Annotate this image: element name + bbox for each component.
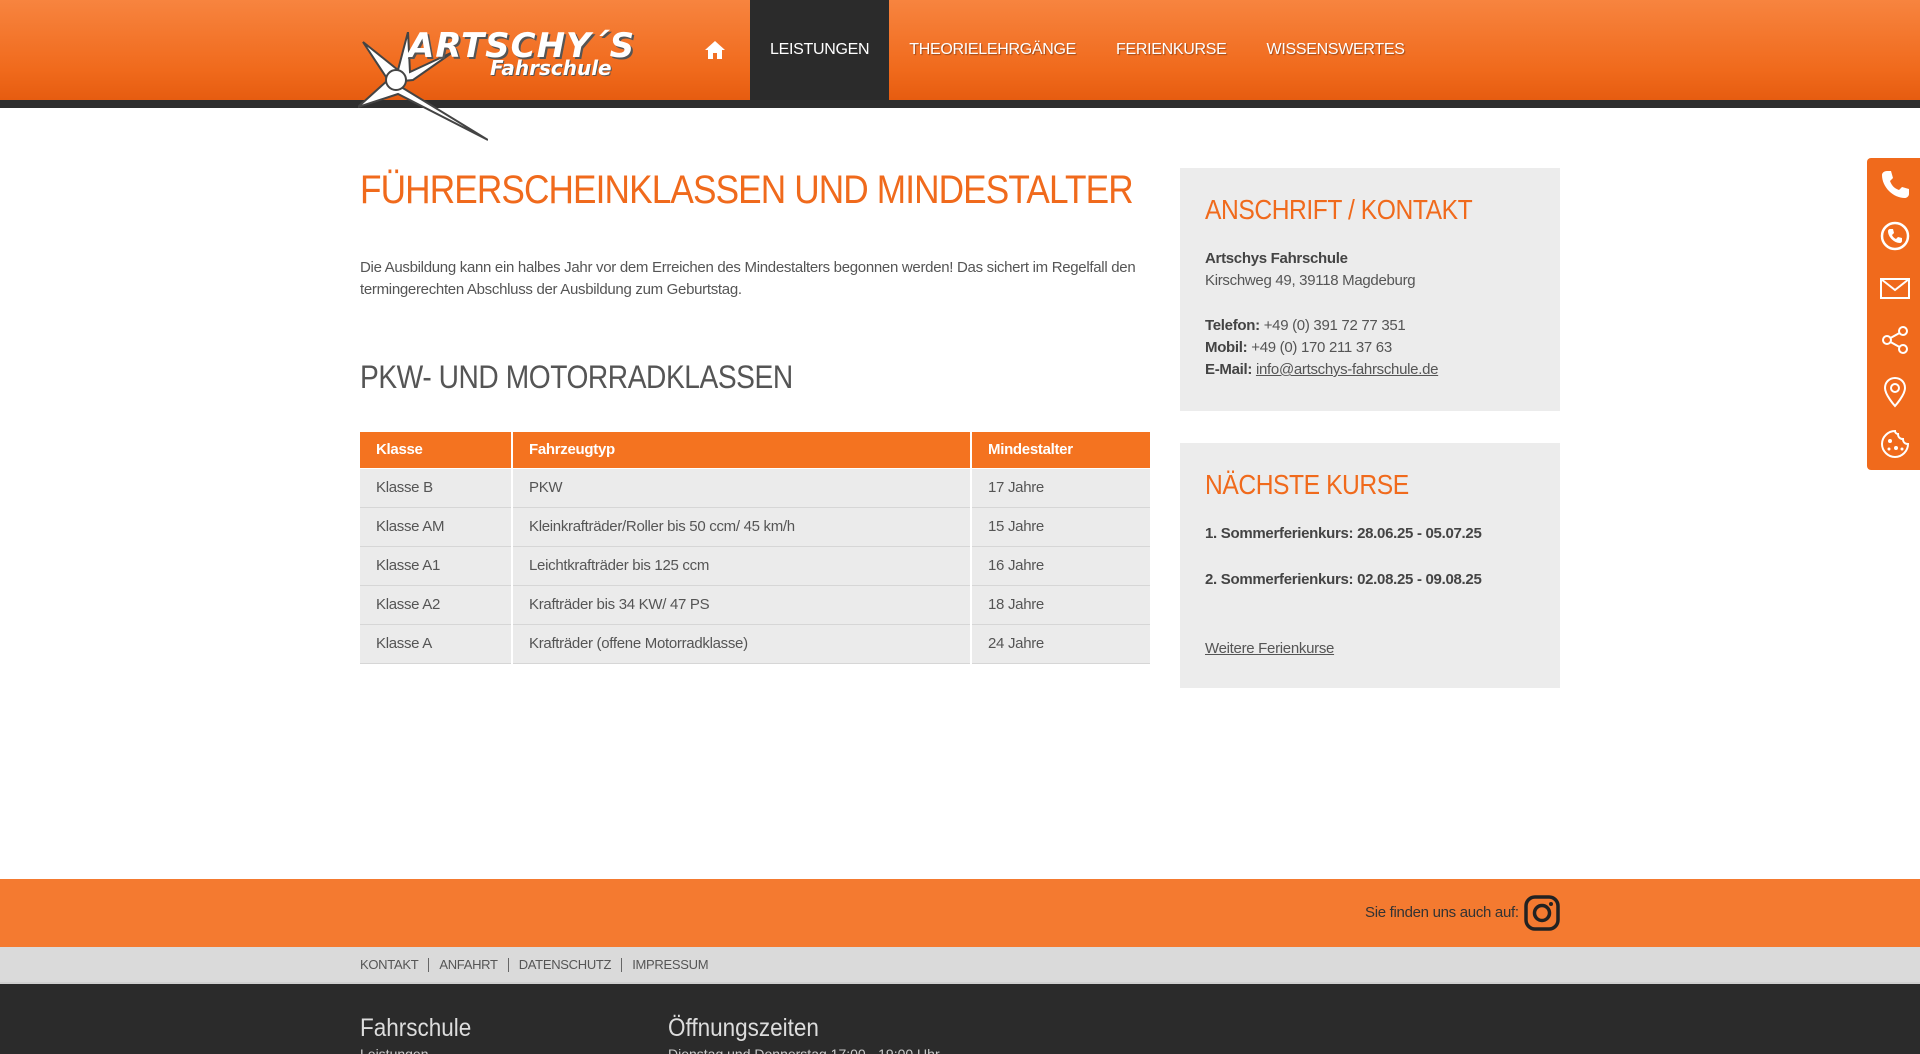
- contact-box: ANSCHRIFT / KONTAKT Artschys Fahrschule …: [1180, 168, 1560, 411]
- nav-theorielehrgaenge[interactable]: THEORIELEHRGÄNGE: [889, 0, 1096, 100]
- courses-title: NÄCHSTE KURSE: [1205, 469, 1409, 500]
- share-icon[interactable]: [1879, 324, 1911, 356]
- social-text: Sie finden uns auch auf:: [1365, 904, 1519, 921]
- table-cell: 24 Jahre: [971, 623, 1150, 664]
- footer-link-impressum[interactable]: IMPRESSUM: [621, 958, 718, 972]
- footer-social-bar: [0, 879, 1920, 947]
- table-cell: Krafträder (offene Motorradklasse): [512, 623, 972, 664]
- table-cell: 17 Jahre: [971, 467, 1150, 508]
- table-header-fahrzeugtyp: Fahrzeugtyp: [512, 432, 972, 468]
- page-title: FÜHRERSCHEINKLASSEN UND MINDESTALTER: [360, 168, 1134, 212]
- side-contact-bar: [1867, 158, 1920, 470]
- license-classes-table: Klasse Fahrzeugtyp Mindestalter Klasse B…: [360, 432, 1150, 664]
- phone-number[interactable]: +49 (0) 391 72 77 351: [1264, 317, 1406, 334]
- nav-home[interactable]: [680, 0, 750, 100]
- contact-name: Artschys Fahrschule: [1205, 250, 1348, 267]
- location-icon[interactable]: [1879, 376, 1911, 408]
- table-row: Klasse A Krafträder (offene Motorradklas…: [360, 623, 1150, 664]
- more-courses-link[interactable]: Weitere Ferienkurse: [1205, 640, 1334, 657]
- table-cell: Klasse A1: [360, 545, 513, 586]
- mobile-label: Mobil:: [1205, 339, 1248, 356]
- section-title: PKW- UND MOTORRADKLASSEN: [360, 359, 793, 395]
- footer-link-kontakt[interactable]: KONTAKT: [360, 958, 428, 972]
- table-cell: Krafträder bis 34 KW/ 47 PS: [512, 584, 972, 625]
- table-header-row: Klasse Fahrzeugtyp Mindestalter: [360, 432, 1150, 468]
- header-shadow-bar: [0, 100, 1920, 108]
- table-row: Klasse AM Kleinkrafträder/Roller bis 50 …: [360, 506, 1150, 547]
- course-item: 2. Sommerferienkurs: 02.08.25 - 09.08.25: [1205, 571, 1482, 588]
- main-navigation: LEISTUNGEN THEORIELEHRGÄNGE FERIENKURSE …: [680, 0, 1425, 100]
- site-logo[interactable]: ARTSCHY´S Fahrschule: [358, 22, 668, 141]
- table-cell: Klasse A2: [360, 584, 513, 625]
- email-link[interactable]: info@artschys-fahrschule.de: [1256, 361, 1439, 378]
- table-cell: Klasse B: [360, 467, 513, 508]
- footer-dark-section: Fahrschule Leistungen Öffnungszeiten Die…: [0, 984, 1920, 1054]
- table-header-klasse: Klasse: [360, 432, 513, 468]
- cookie-icon[interactable]: [1879, 428, 1911, 460]
- table-cell: 15 Jahre: [971, 506, 1150, 547]
- footer-col-fahrschule-link[interactable]: Leistungen: [360, 1046, 429, 1054]
- contact-address: Kirschweg 49, 39118 Magdeburg: [1205, 272, 1416, 289]
- table-cell: Klasse AM: [360, 506, 513, 547]
- nav-ferienkurse[interactable]: FERIENKURSE: [1096, 0, 1247, 100]
- instagram-icon[interactable]: [1524, 895, 1560, 931]
- footer-links-bar: [0, 947, 1920, 984]
- whatsapp-icon[interactable]: [1879, 220, 1911, 252]
- table-cell: 16 Jahre: [971, 545, 1150, 586]
- logo-text-sub: Fahrschule: [490, 56, 612, 80]
- table-cell: Klasse A: [360, 623, 513, 664]
- course-item: 1. Sommerferienkurs: 28.06.25 - 05.07.25: [1205, 525, 1482, 542]
- footer-col-oeffnungszeiten-text: Dienstag und Donnerstag 17:00 - 19:00 Uh…: [668, 1046, 940, 1054]
- nav-wissenswertes[interactable]: WISSENSWERTES: [1247, 0, 1425, 100]
- footer-link-anfahrt[interactable]: ANFAHRT: [428, 958, 507, 972]
- table-header-mindestalter: Mindestalter: [971, 432, 1150, 468]
- table-cell: 18 Jahre: [971, 584, 1150, 625]
- table-row: Klasse B PKW 17 Jahre: [360, 467, 1150, 508]
- intro-text: Die Ausbildung kann ein halbes Jahr vor …: [360, 259, 1136, 298]
- footer-col-oeffnungszeiten-title: Öffnungszeiten: [668, 1014, 819, 1042]
- courses-box: NÄCHSTE KURSE 1. Sommerferienkurs: 28.06…: [1180, 443, 1560, 688]
- main-content: FÜHRERSCHEINKLASSEN UND MINDESTALTER Die…: [360, 168, 1150, 664]
- table-row: Klasse A1 Leichtkrafträder bis 125 ccm 1…: [360, 545, 1150, 586]
- phone-label: Telefon:: [1205, 317, 1260, 334]
- nav-leistungen[interactable]: LEISTUNGEN: [750, 0, 890, 100]
- home-icon: [705, 41, 725, 59]
- table-cell: Leichtkrafträder bis 125 ccm: [512, 545, 972, 586]
- table-cell: Kleinkrafträder/Roller bis 50 ccm/ 45 km…: [512, 506, 972, 547]
- footer-col-fahrschule-title: Fahrschule: [360, 1014, 472, 1042]
- footer-link-datenschutz[interactable]: DATENSCHUTZ: [507, 958, 622, 972]
- mobile-number[interactable]: +49 (0) 170 211 37 63: [1251, 339, 1392, 356]
- email-label: E-Mail:: [1205, 361, 1253, 378]
- table-row: Klasse A2 Krafträder bis 34 KW/ 47 PS 18…: [360, 584, 1150, 625]
- contact-title: ANSCHRIFT / KONTAKT: [1205, 194, 1473, 225]
- table-cell: PKW: [512, 467, 972, 508]
- footer-links: KONTAKT ANFAHRT DATENSCHUTZ IMPRESSUM: [360, 958, 718, 972]
- phone-icon[interactable]: [1879, 168, 1911, 200]
- mail-icon[interactable]: [1879, 272, 1911, 304]
